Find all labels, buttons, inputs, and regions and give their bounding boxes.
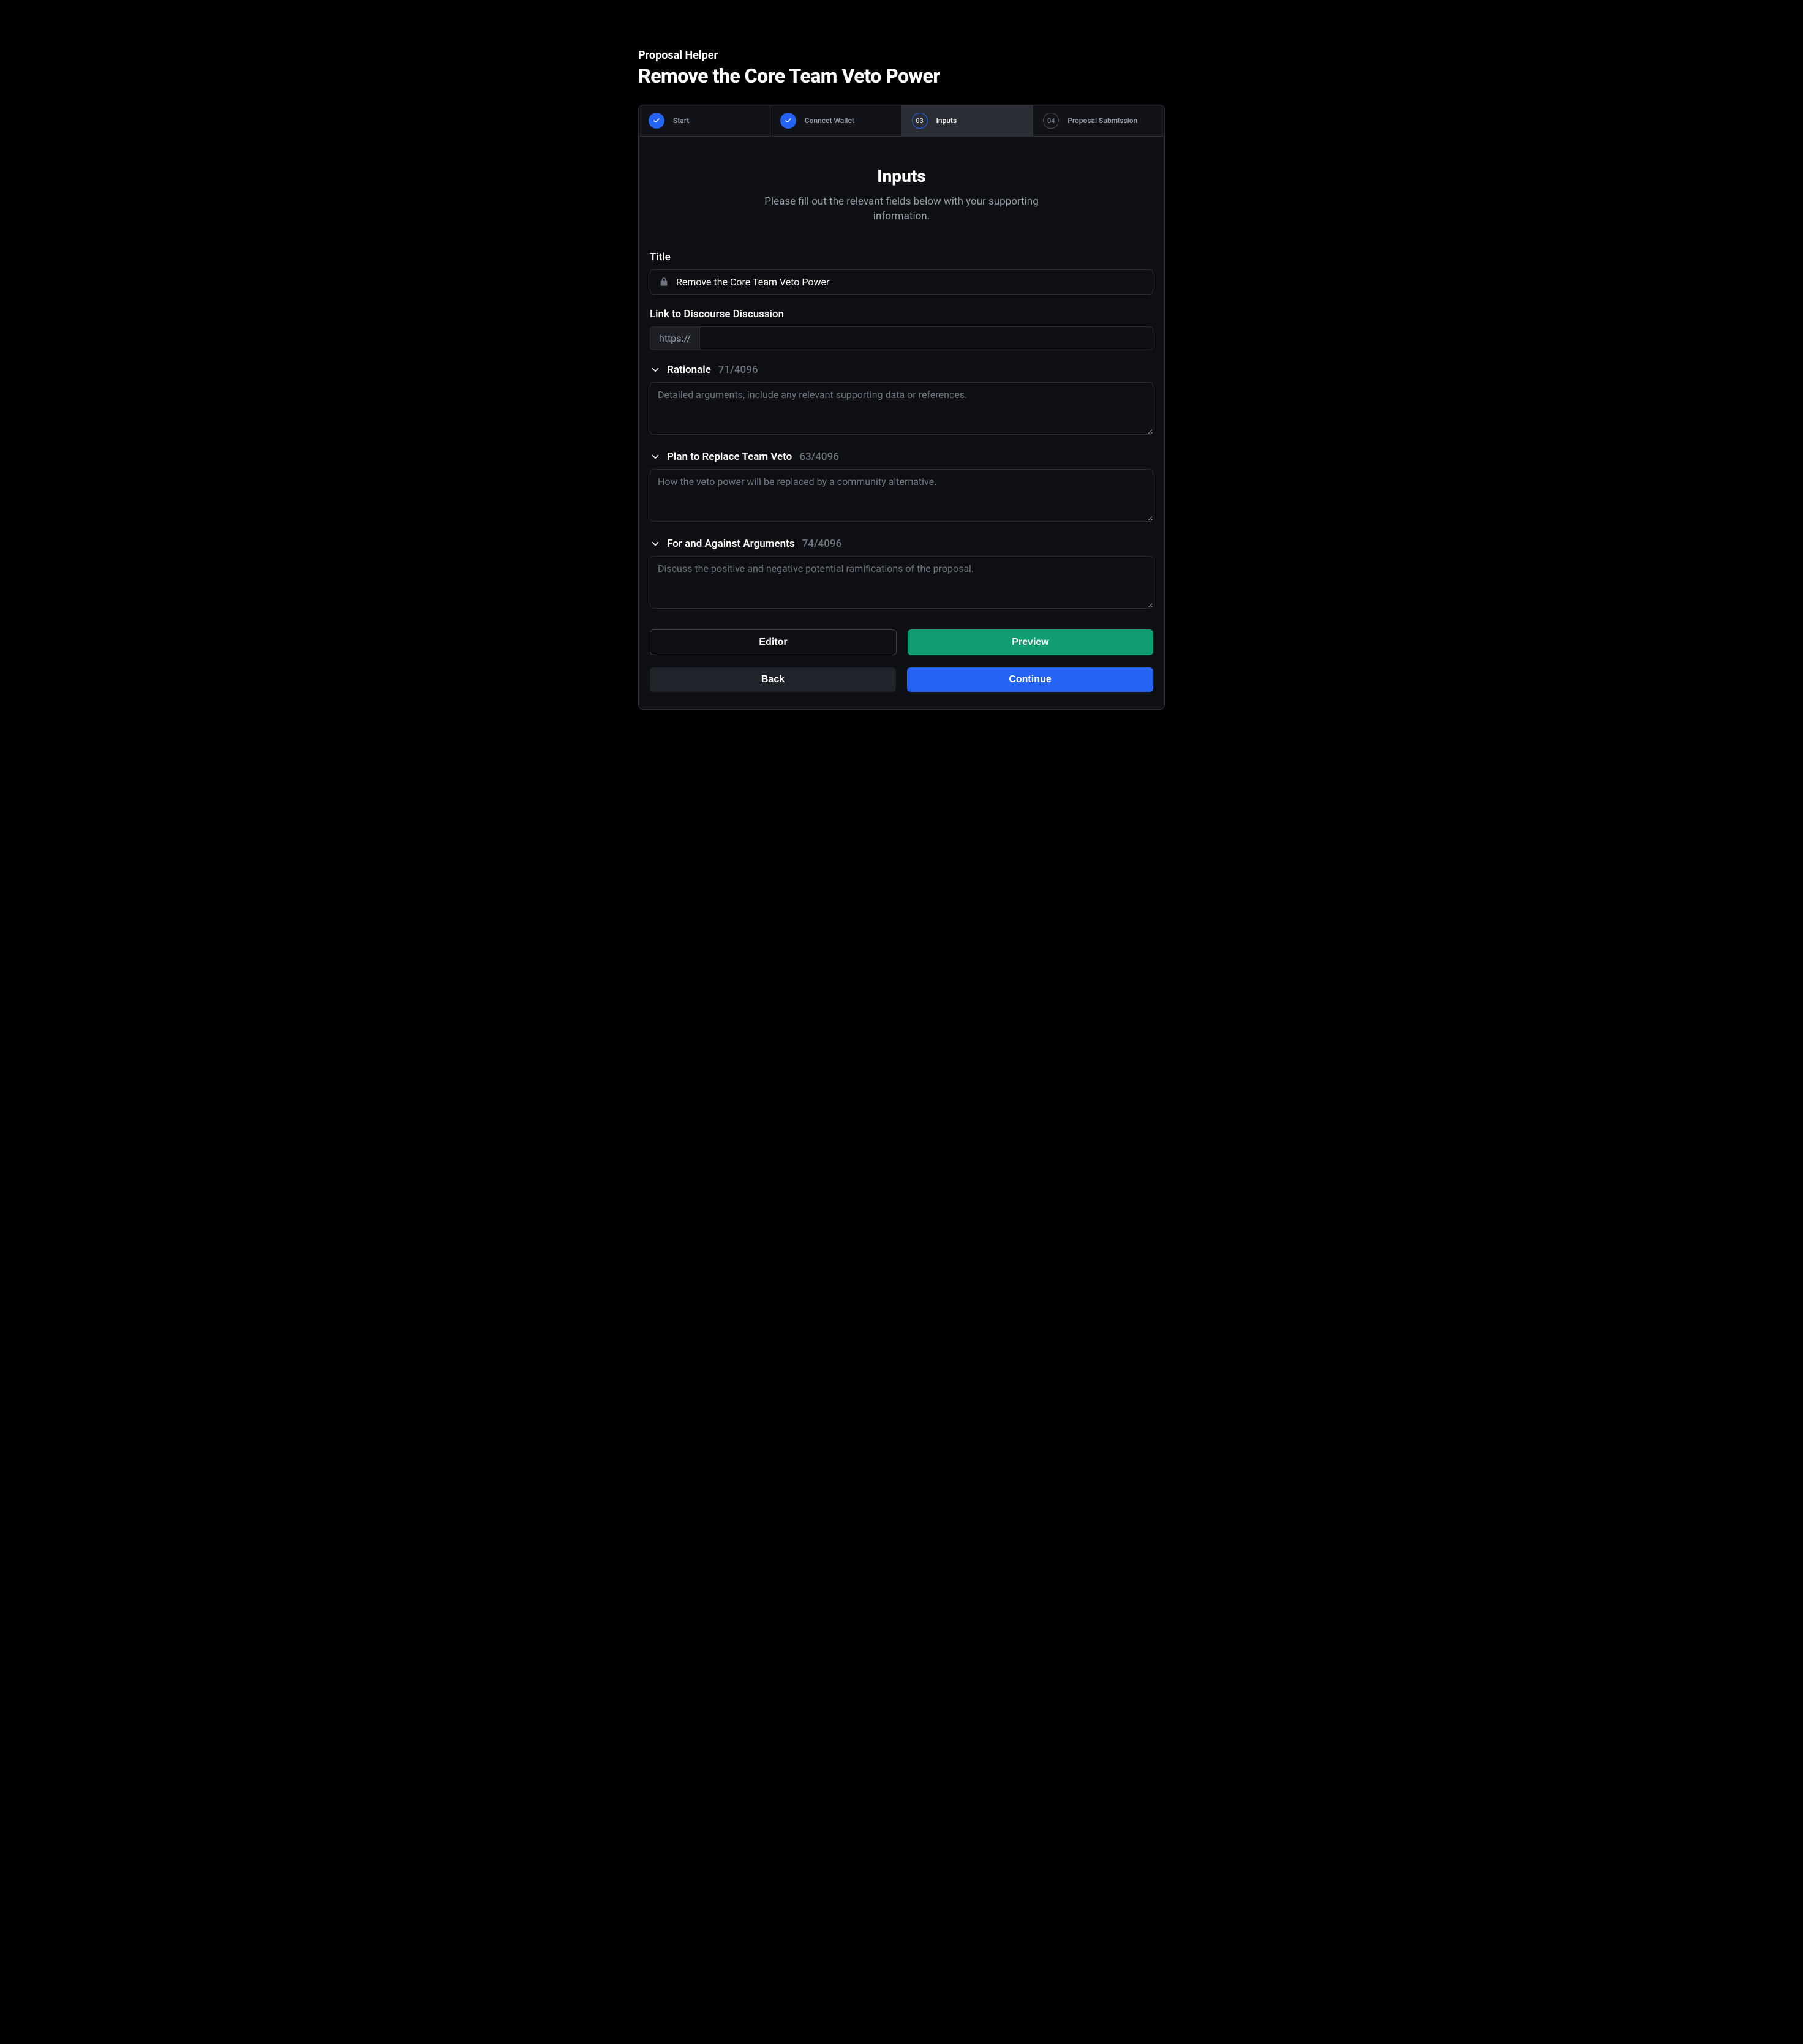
step-label: Proposal Submission	[1067, 116, 1137, 125]
step-connect-wallet[interactable]: Connect Wallet	[770, 105, 902, 136]
link-input-row: https://	[650, 326, 1153, 350]
step-label: Inputs	[936, 116, 957, 125]
title-field-label: Title	[650, 251, 1153, 263]
chevron-down-icon	[650, 538, 661, 549]
title-value: Remove the Core Team Veto Power	[676, 276, 829, 288]
chevron-down-icon	[650, 451, 661, 462]
step-label: Connect Wallet	[805, 116, 854, 125]
rationale-textarea[interactable]	[650, 382, 1153, 435]
editor-button[interactable]: Editor	[650, 629, 897, 655]
back-button[interactable]: Back	[650, 667, 896, 692]
arguments-label: For and Against Arguments	[667, 538, 795, 550]
check-icon	[649, 113, 664, 129]
url-prefix: https://	[650, 327, 700, 350]
section-subtitle: Please fill out the relevant fields belo…	[761, 195, 1042, 224]
rationale-counter: 71/4096	[718, 364, 758, 376]
lock-icon	[659, 277, 669, 287]
check-icon	[780, 113, 796, 129]
plan-label: Plan to Replace Team Veto	[667, 451, 792, 463]
step-start[interactable]: Start	[639, 105, 770, 136]
section-title: Inputs	[650, 166, 1153, 186]
arguments-textarea[interactable]	[650, 556, 1153, 609]
link-field-label: Link to Discourse Discussion	[650, 308, 1153, 320]
step-number-badge: 04	[1043, 113, 1059, 129]
plan-toggle[interactable]: Plan to Replace Team Veto 63/4096	[650, 451, 1153, 463]
title-locked-input: Remove the Core Team Veto Power	[650, 269, 1153, 295]
step-proposal-submission[interactable]: 04 Proposal Submission	[1033, 105, 1164, 136]
arguments-counter: 74/4096	[802, 538, 842, 550]
preview-button[interactable]: Preview	[908, 629, 1153, 655]
page-title: Remove the Core Team Veto Power	[638, 64, 1165, 88]
arguments-toggle[interactable]: For and Against Arguments 74/4096	[650, 538, 1153, 550]
link-input[interactable]	[700, 327, 1153, 350]
chevron-down-icon	[650, 364, 661, 375]
wizard-card: Start Connect Wallet 03 Inputs 04 Propos…	[638, 105, 1165, 710]
rationale-label: Rationale	[667, 364, 711, 376]
rationale-toggle[interactable]: Rationale 71/4096	[650, 364, 1153, 376]
plan-counter: 63/4096	[799, 451, 839, 463]
step-label: Start	[673, 116, 689, 125]
plan-textarea[interactable]	[650, 469, 1153, 522]
stepper: Start Connect Wallet 03 Inputs 04 Propos…	[639, 105, 1164, 137]
step-number-badge: 03	[912, 113, 928, 129]
step-inputs[interactable]: 03 Inputs	[902, 105, 1034, 136]
continue-button[interactable]: Continue	[907, 667, 1153, 692]
page-kicker: Proposal Helper	[638, 49, 1165, 62]
